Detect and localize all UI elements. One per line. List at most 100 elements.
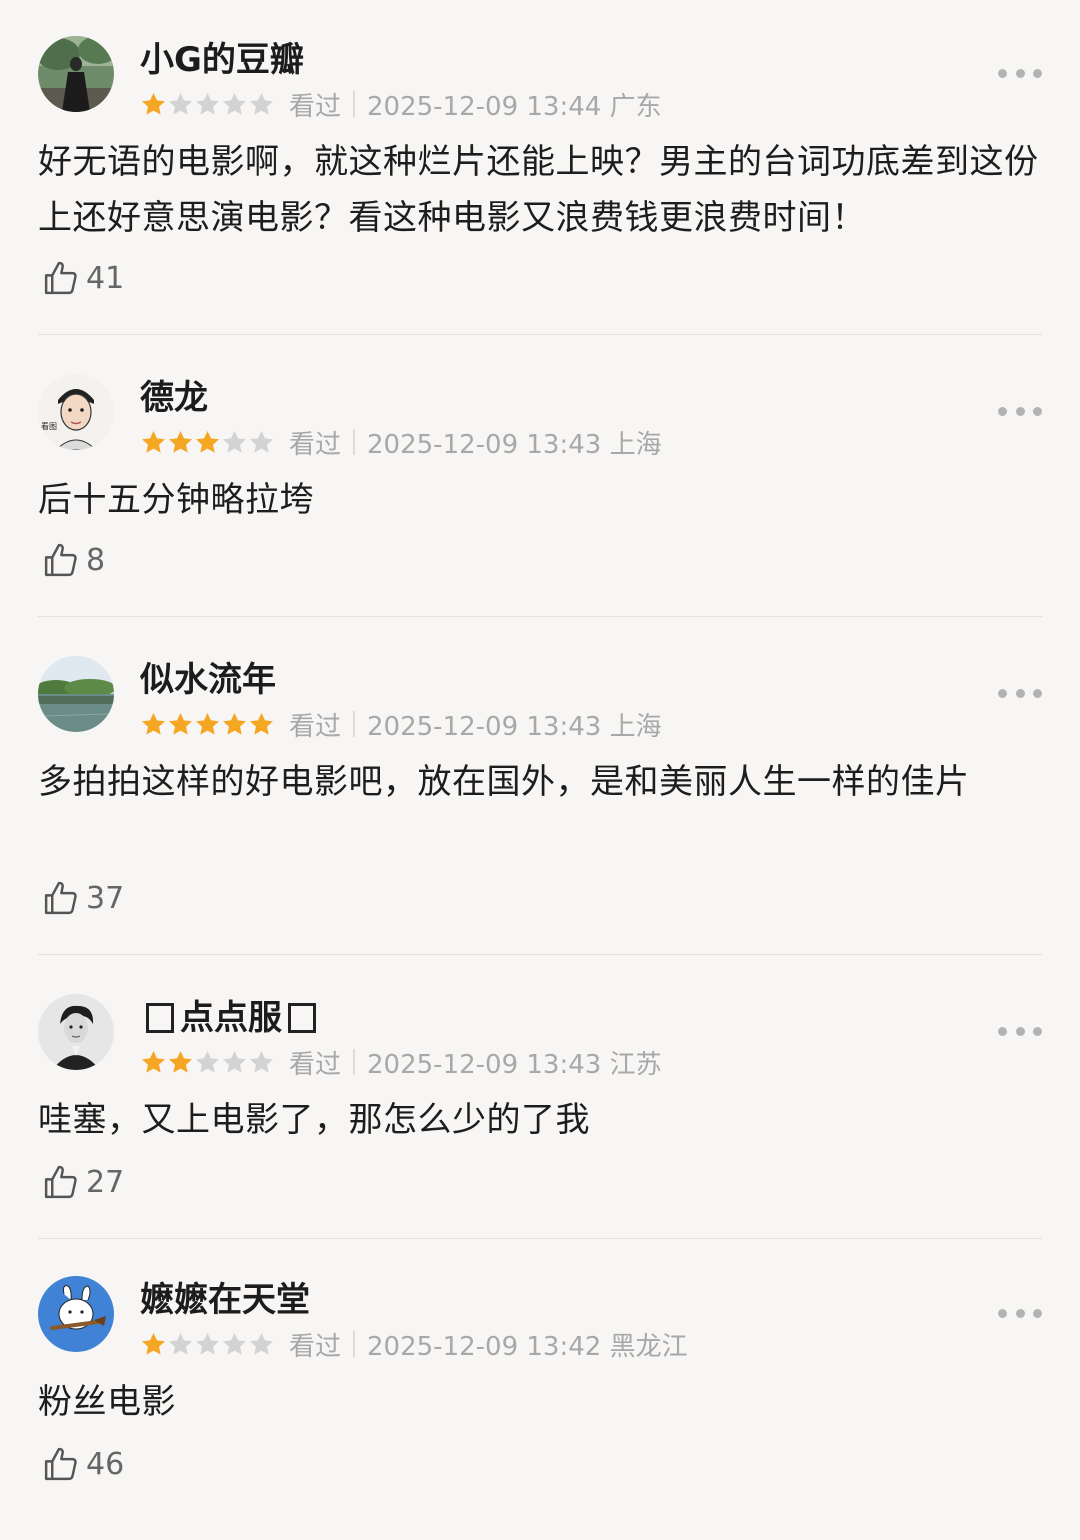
star-empty-icon <box>196 1332 219 1355</box>
star-filled-icon <box>169 1050 192 1073</box>
star-filled-icon <box>142 712 165 735</box>
avatar[interactable]: 看图 <box>38 374 114 450</box>
watched-label: 看过 <box>289 1049 342 1080</box>
meta-separator <box>353 711 356 737</box>
rating-stars <box>140 711 275 738</box>
star-empty-icon <box>223 430 246 453</box>
review-card: 小G的豆瓣 看过 2025-12-09 13:44 广东 好无语的电影啊，就这种… <box>0 0 1080 335</box>
like-count: 8 <box>86 542 106 578</box>
like-button[interactable]: 41 <box>40 256 124 300</box>
thumbs-up-icon <box>40 1161 82 1203</box>
review-time: 2025-12-09 13:43 上海 <box>367 429 662 460</box>
more-dot <box>1033 1026 1042 1036</box>
like-count: 41 <box>86 260 125 296</box>
more-dots-icon <box>998 1308 1007 1318</box>
review-card: 嬷嬷在天堂 看过 2025-12-09 13:42 黑龙江 粉丝电影 46 <box>0 1240 1080 1522</box>
more-options-button[interactable] <box>998 1024 1042 1038</box>
review-meta: 看过 2025-12-09 13:43 上海 <box>140 424 662 460</box>
watched-label: 看过 <box>289 91 342 122</box>
username[interactable]: 点点服 <box>140 996 322 1040</box>
divider <box>38 1238 1042 1239</box>
username[interactable]: 嬷嬷在天堂 <box>140 1278 310 1322</box>
star-filled-icon <box>142 1050 165 1073</box>
watched-label: 看过 <box>289 1331 342 1362</box>
username[interactable]: 德龙 <box>140 376 208 420</box>
meta-separator <box>353 1049 356 1075</box>
star-filled-icon <box>196 712 219 735</box>
review-card: 点点服 看过 2025-12-09 13:43 江苏 哇塞，又上电影了，那怎么少… <box>0 958 1080 1240</box>
review-meta: 看过 2025-12-09 13:43 江苏 <box>140 1044 662 1080</box>
star-empty-icon <box>223 1050 246 1073</box>
watched-label: 看过 <box>289 429 342 460</box>
star-empty-icon <box>250 92 273 115</box>
more-dot <box>1015 1026 1025 1036</box>
thumbs-up-icon <box>40 877 82 919</box>
meta-separator <box>353 91 356 117</box>
star-empty-icon <box>169 92 192 115</box>
more-dot <box>1015 406 1025 416</box>
rating-stars <box>140 429 275 456</box>
like-button[interactable]: 46 <box>40 1442 124 1486</box>
divider <box>38 334 1042 335</box>
username[interactable]: 小G的豆瓣 <box>140 38 304 82</box>
review-meta: 看过 2025-12-09 13:43 上海 <box>140 706 662 742</box>
avatar[interactable] <box>38 656 114 732</box>
divider <box>38 954 1042 955</box>
review-content: 哇塞，又上电影了，那怎么少的了我 <box>38 1100 590 1140</box>
review-content: 粉丝电影 <box>38 1382 176 1422</box>
star-empty-icon <box>223 92 246 115</box>
star-empty-icon <box>223 1332 246 1355</box>
star-filled-icon <box>169 430 192 453</box>
more-dot <box>1015 688 1025 698</box>
meta-separator <box>353 1331 356 1357</box>
star-empty-icon <box>250 1332 273 1355</box>
more-dot <box>1033 68 1042 78</box>
star-filled-icon <box>196 430 219 453</box>
avatar[interactable] <box>38 994 114 1070</box>
rating-stars <box>140 1331 275 1358</box>
review-card: 似水流年 看过 2025-12-09 13:43 上海 多拍拍这样的好电影吧，放… <box>0 620 1080 955</box>
meta-separator <box>353 429 356 455</box>
more-dot <box>1015 1308 1025 1318</box>
username[interactable]: 似水流年 <box>140 658 276 702</box>
watched-label: 看过 <box>289 711 342 742</box>
review-time: 2025-12-09 13:44 广东 <box>367 91 662 122</box>
like-count: 27 <box>86 1164 125 1200</box>
review-time: 2025-12-09 13:43 上海 <box>367 711 662 742</box>
like-button[interactable]: 8 <box>40 538 105 582</box>
thumbs-up-icon <box>40 257 82 299</box>
avatar[interactable] <box>38 36 114 112</box>
more-dot <box>1033 688 1042 698</box>
star-empty-icon <box>196 92 219 115</box>
more-options-button[interactable] <box>998 1306 1042 1320</box>
avatar[interactable] <box>38 1276 114 1352</box>
more-options-button[interactable] <box>998 686 1042 700</box>
more-options-button[interactable] <box>998 66 1042 80</box>
more-options-button[interactable] <box>998 404 1042 418</box>
square-glyph-icon <box>146 1003 174 1033</box>
like-button[interactable]: 27 <box>40 1160 124 1204</box>
review-content: 好无语的电影啊，就这种烂片还能上映？男主的台词功底差到这份上还好意思演电影？看这… <box>38 142 1039 238</box>
more-dot <box>1033 406 1042 416</box>
more-dots-icon <box>998 406 1007 416</box>
review-card: 看图 德龙 看过 2025-12-09 13:43 上海 后十五分钟略拉垮 8 <box>0 338 1080 620</box>
more-dots-icon <box>998 1026 1007 1036</box>
star-empty-icon <box>169 1332 192 1355</box>
star-empty-icon <box>250 430 273 453</box>
divider <box>38 616 1042 617</box>
star-filled-icon <box>142 1332 165 1355</box>
like-count: 37 <box>86 880 125 916</box>
like-button[interactable]: 37 <box>40 876 124 920</box>
review-content: 多拍拍这样的好电影吧，放在国外，是和美丽人生一样的佳片 <box>38 762 970 802</box>
star-filled-icon <box>142 92 165 115</box>
star-filled-icon <box>250 712 273 735</box>
rating-stars <box>140 1049 275 1076</box>
thumbs-up-icon <box>40 1443 82 1485</box>
more-dots-icon <box>998 68 1007 78</box>
star-filled-icon <box>169 712 192 735</box>
review-meta: 看过 2025-12-09 13:42 黑龙江 <box>140 1326 688 1362</box>
rating-stars <box>140 91 275 118</box>
review-content: 后十五分钟略拉垮 <box>38 480 314 520</box>
more-dot <box>1033 1308 1042 1318</box>
more-dot <box>1015 68 1025 78</box>
